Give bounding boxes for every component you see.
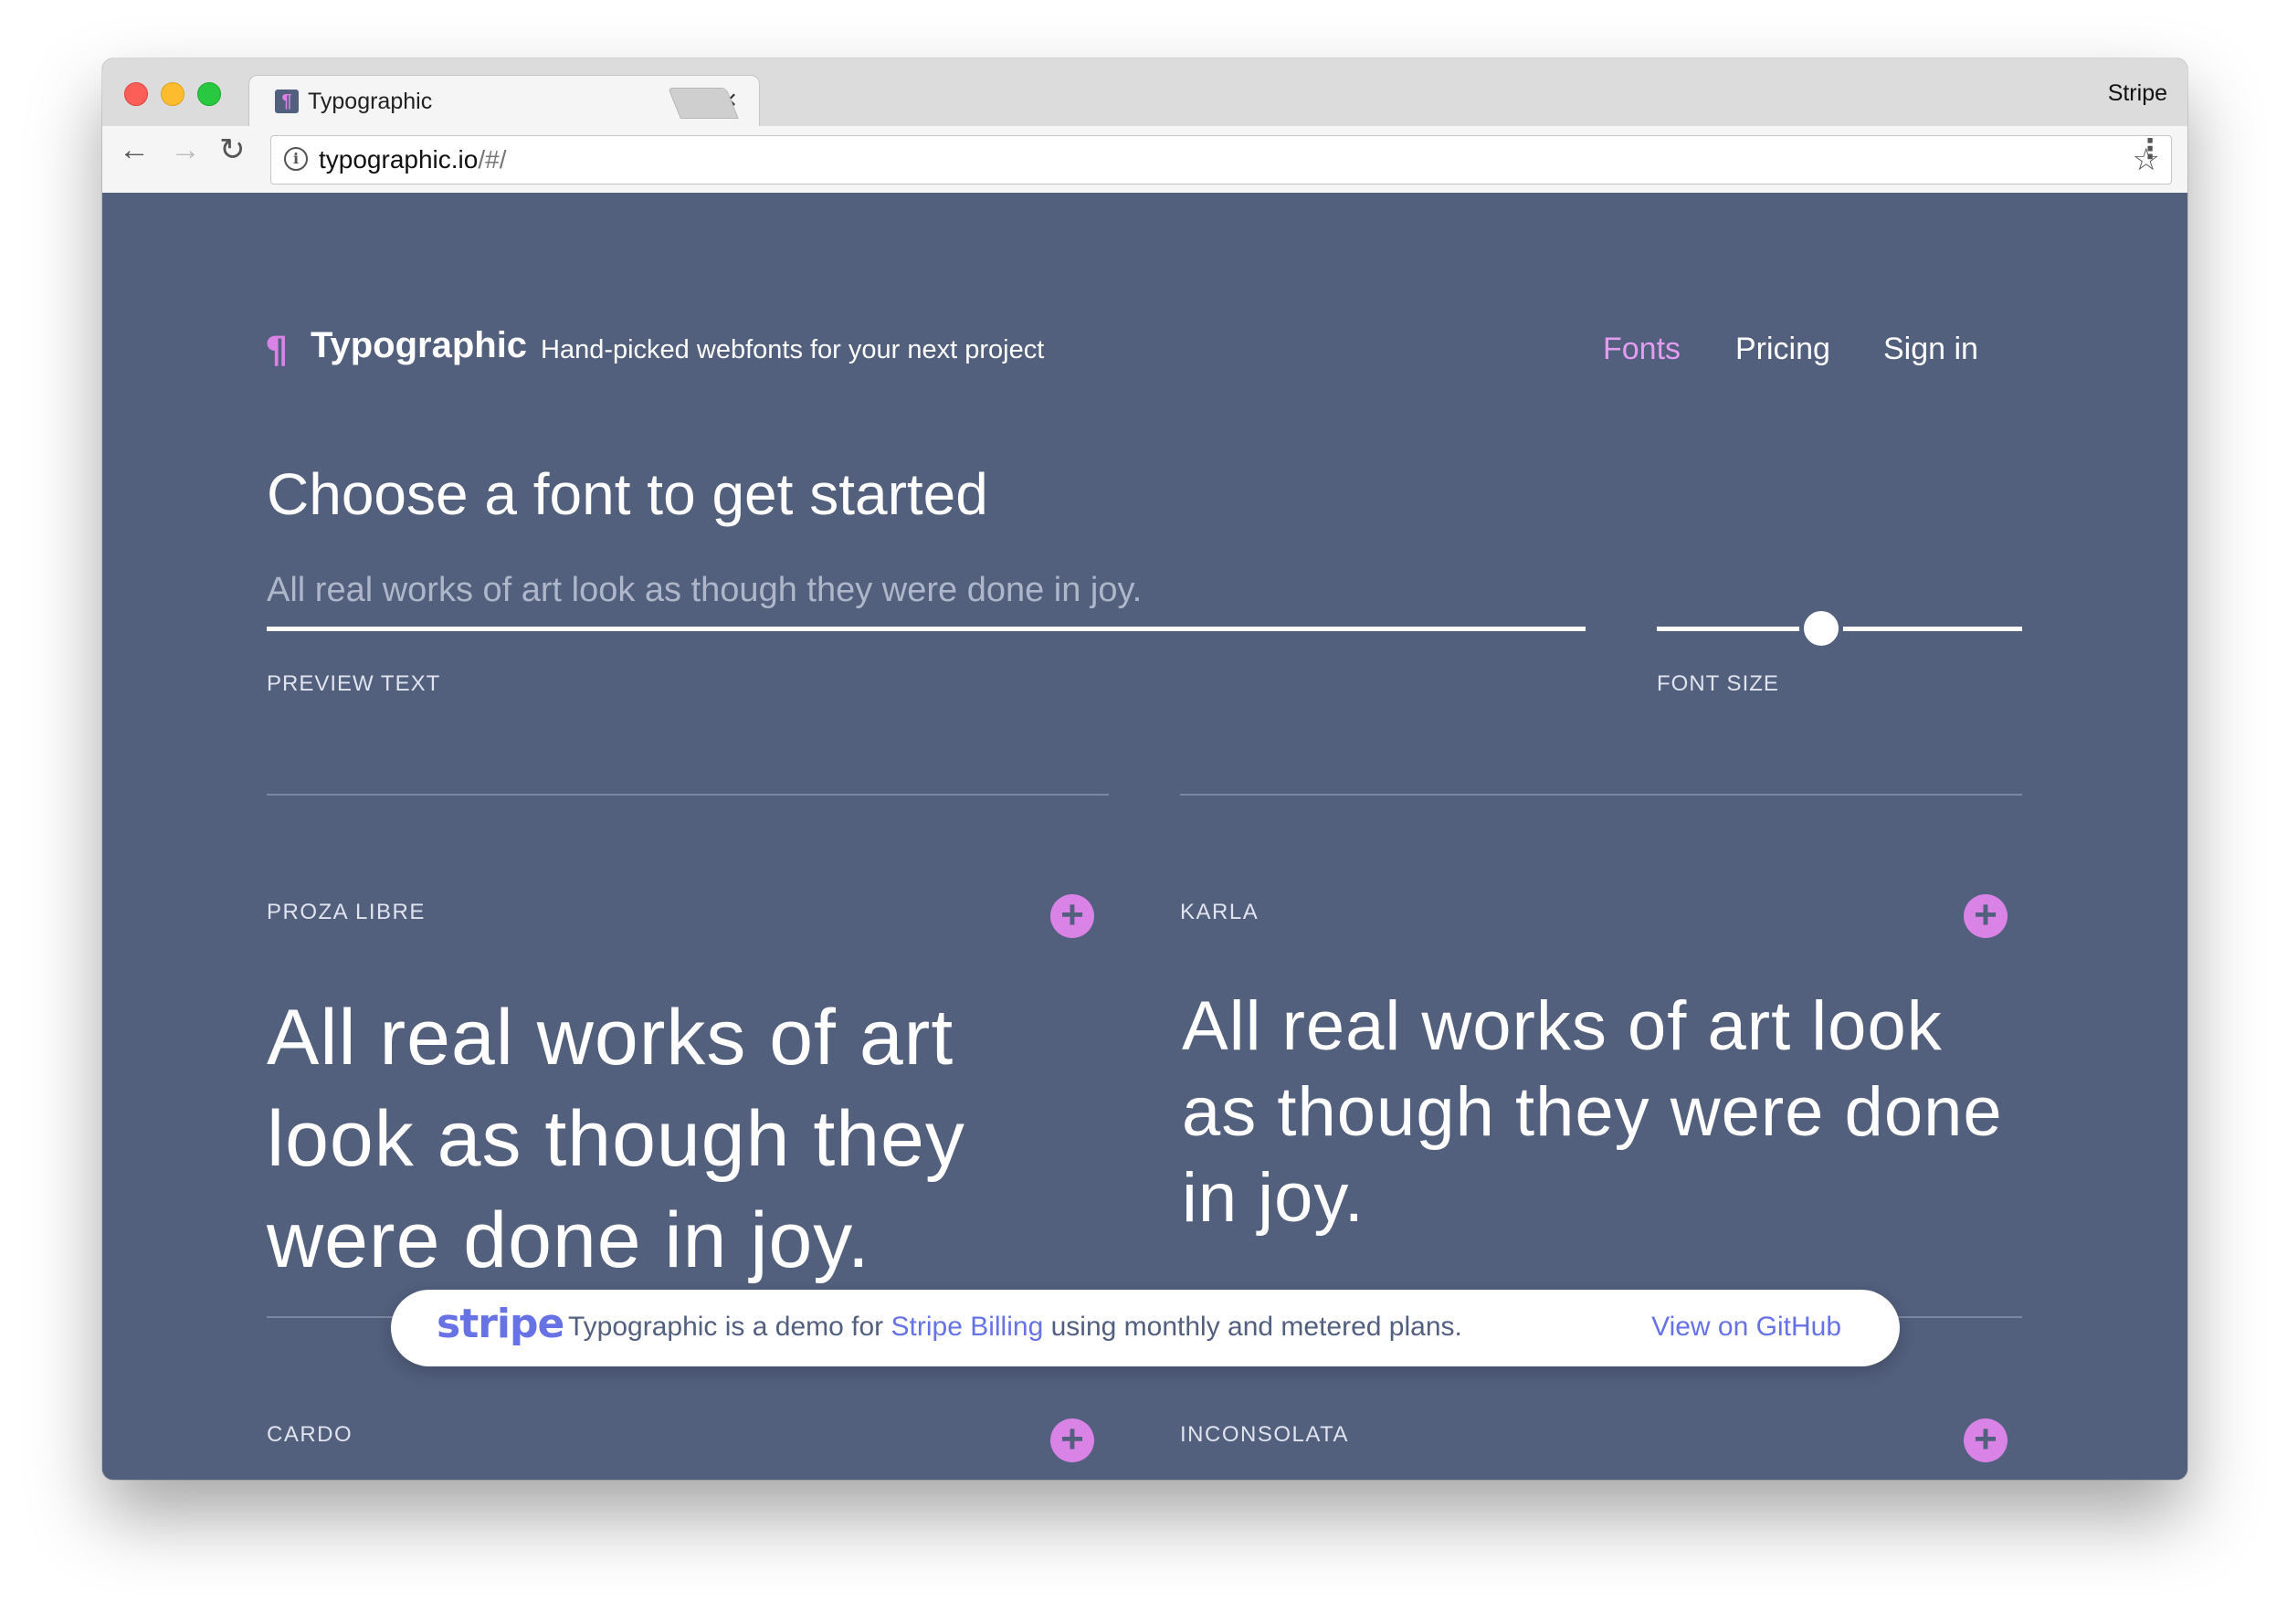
add-font-button[interactable]: + (1050, 1418, 1094, 1462)
font-size-label: FONT SIZE (1657, 671, 1779, 696)
font-name-karla: KARLA (1180, 900, 1259, 924)
stripe-banner-text: Typographic is a demo for Stripe Billing… (568, 1312, 1462, 1342)
tagline: Hand-picked webfonts for your next proje… (541, 335, 1045, 364)
nav-pricing[interactable]: Pricing (1735, 332, 1830, 367)
stripe-billing-link[interactable]: Stripe Billing (891, 1312, 1044, 1342)
font-size-slider-thumb[interactable] (1799, 606, 1843, 650)
stripe-logo[interactable]: stripe (437, 1301, 564, 1347)
font-name-cardo: CARDO (267, 1422, 353, 1447)
page-title: Choose a font to get started (267, 460, 988, 527)
add-font-button[interactable]: + (1050, 894, 1094, 938)
favicon-icon: ¶ (275, 90, 299, 113)
font-name-proza-libre: PROZA LIBRE (267, 900, 426, 924)
preview-text-input[interactable] (267, 561, 1586, 619)
preview-text-label: PREVIEW TEXT (267, 671, 441, 696)
close-window-button[interactable] (124, 82, 148, 106)
preview-input-underline (267, 627, 1586, 631)
view-on-github-link[interactable]: View on GitHub (1651, 1312, 1841, 1343)
tab-bar: ¶ Typographic × Stripe (102, 58, 2187, 127)
nav-fonts[interactable]: Fonts (1603, 332, 1681, 367)
reload-icon[interactable]: ↻ (219, 132, 246, 168)
font-sample-proza-libre: All real works of art look as though the… (267, 994, 965, 1284)
browser-menu-icon[interactable]: ⋮ (2136, 133, 2164, 165)
pilcrow-logo-icon[interactable]: ¶ (265, 330, 288, 372)
font-sample-karla: All real works of art look as though the… (1182, 987, 2003, 1237)
browser-window: ¶ Typographic × Stripe ← → ↻ i typograph… (102, 58, 2187, 1480)
add-font-button[interactable]: + (1964, 1418, 2008, 1462)
info-icon[interactable]: i (284, 147, 308, 171)
add-font-button[interactable]: + (1964, 894, 2008, 938)
tab-title: Typographic (308, 89, 433, 114)
address-bar[interactable]: i typographic.io/#/ ☆ (270, 135, 2172, 185)
brand-name[interactable]: Typographic (311, 325, 527, 366)
nav-sign-in[interactable]: Sign in (1883, 332, 1978, 367)
back-icon[interactable]: ← (119, 132, 150, 168)
divider (267, 794, 1109, 796)
profile-name[interactable]: Stripe (2108, 80, 2167, 107)
font-name-inconsolata: INCONSOLATA (1180, 1422, 1349, 1447)
new-tab-button[interactable] (668, 88, 739, 119)
minimize-window-button[interactable] (161, 82, 184, 106)
stripe-demo-banner: stripe Typographic is a demo for Stripe … (391, 1290, 1900, 1366)
forward-icon[interactable]: → (170, 132, 201, 168)
maximize-window-button[interactable] (197, 82, 221, 106)
url-text[interactable]: typographic.io/#/ (319, 145, 506, 174)
divider (1180, 794, 2022, 796)
page-content: ¶ Typographic Hand-picked webfonts for y… (102, 193, 2187, 1480)
